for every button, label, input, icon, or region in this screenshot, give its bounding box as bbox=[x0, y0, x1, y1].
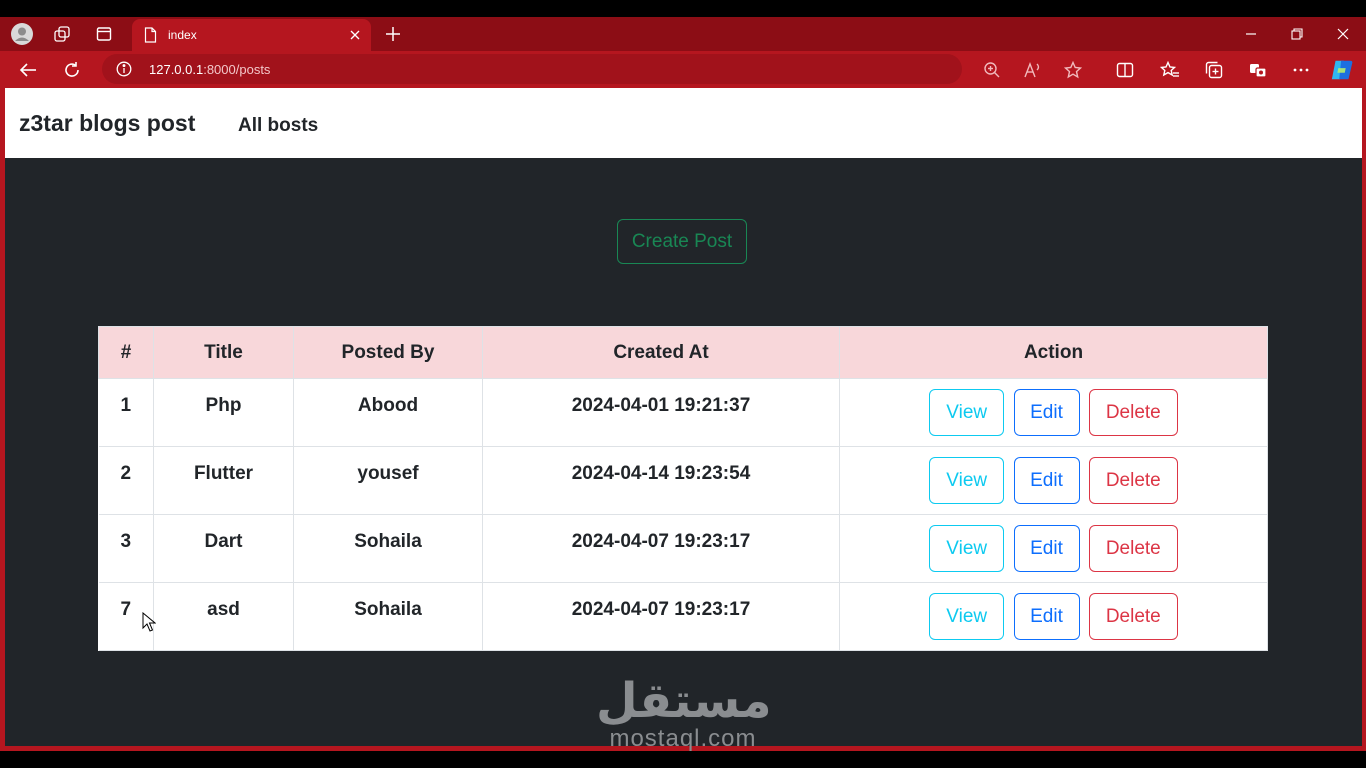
cell-id: 1 bbox=[98, 378, 154, 447]
minimize-icon[interactable] bbox=[1239, 23, 1263, 45]
column-header-id: # bbox=[98, 326, 154, 379]
back-icon[interactable] bbox=[16, 58, 40, 82]
edit-button[interactable]: Edit bbox=[1013, 593, 1080, 640]
tab-actions-icon[interactable] bbox=[91, 22, 117, 46]
column-header-posted-by: Posted By bbox=[293, 326, 483, 379]
new-tab-icon[interactable] bbox=[382, 23, 404, 45]
cell-created-at: 2024-04-07 19:23:17 bbox=[482, 582, 840, 651]
table-row: 3 Dart Sohaila 2024-04-07 19:23:17 View … bbox=[98, 514, 1268, 583]
watermark-arabic: مستقل bbox=[596, 673, 772, 729]
view-button[interactable]: View bbox=[929, 593, 1005, 640]
cell-posted-by: Sohaila bbox=[293, 514, 483, 583]
close-tab-icon[interactable] bbox=[345, 25, 365, 45]
url-host: 127.0.0.1 bbox=[149, 62, 204, 77]
cell-title: Flutter bbox=[153, 446, 294, 515]
posts-table: # Title Posted By Created At Action 1 Ph… bbox=[98, 326, 1268, 651]
nav-link-all-posts[interactable]: All bosts bbox=[238, 115, 318, 137]
close-window-icon[interactable] bbox=[1331, 23, 1355, 45]
cell-id: 2 bbox=[98, 446, 154, 515]
cell-actions: View Edit Delete bbox=[839, 378, 1268, 447]
cell-created-at: 2024-04-01 19:21:37 bbox=[482, 378, 840, 447]
cell-title: Php bbox=[153, 378, 294, 447]
cell-actions: View Edit Delete bbox=[839, 446, 1268, 515]
cell-posted-by: Sohaila bbox=[293, 582, 483, 651]
edit-button[interactable]: Edit bbox=[1013, 389, 1080, 436]
edit-button[interactable]: Edit bbox=[1013, 525, 1080, 572]
split-screen-icon[interactable] bbox=[1113, 58, 1137, 82]
table-header-row: # Title Posted By Created At Action bbox=[98, 326, 1268, 379]
cell-title: Dart bbox=[153, 514, 294, 583]
collections-icon[interactable] bbox=[1202, 58, 1226, 82]
edit-button[interactable]: Edit bbox=[1013, 457, 1080, 504]
delete-button[interactable]: Delete bbox=[1088, 389, 1178, 436]
cell-actions: View Edit Delete bbox=[839, 582, 1268, 651]
zoom-icon[interactable] bbox=[980, 58, 1004, 82]
address-url[interactable]: 127.0.0.1:8000/posts bbox=[149, 62, 270, 77]
delete-button[interactable]: Delete bbox=[1088, 593, 1178, 640]
view-button[interactable]: View bbox=[929, 525, 1005, 572]
view-button[interactable]: View bbox=[929, 389, 1005, 436]
site-brand[interactable]: z3tar blogs post bbox=[19, 110, 195, 137]
favorite-star-icon[interactable] bbox=[1061, 58, 1085, 82]
site-navbar: z3tar blogs post All bosts bbox=[5, 88, 1362, 158]
cell-posted-by: yousef bbox=[293, 446, 483, 515]
extensions-icon[interactable] bbox=[1246, 58, 1270, 82]
tab-strip: index bbox=[0, 17, 1366, 51]
create-post-button[interactable]: Create Post bbox=[617, 219, 747, 264]
cell-actions: View Edit Delete bbox=[839, 514, 1268, 583]
delete-button[interactable]: Delete bbox=[1088, 457, 1178, 504]
read-aloud-icon[interactable] bbox=[1021, 58, 1045, 82]
cell-created-at: 2024-04-07 19:23:17 bbox=[482, 514, 840, 583]
table-row: 1 Php Abood 2024-04-01 19:21:37 View Edi… bbox=[98, 378, 1268, 447]
workspaces-icon[interactable] bbox=[49, 22, 75, 46]
column-header-created-at: Created At bbox=[482, 326, 840, 379]
profile-icon[interactable] bbox=[9, 22, 35, 46]
mouse-cursor-icon bbox=[142, 611, 157, 637]
tab-title: index bbox=[168, 28, 197, 42]
table-row: 2 Flutter yousef 2024-04-14 19:23:54 Vie… bbox=[98, 446, 1268, 515]
url-path: :8000/posts bbox=[203, 62, 271, 77]
cell-created-at: 2024-04-14 19:23:54 bbox=[482, 446, 840, 515]
tab-index[interactable]: index bbox=[132, 19, 371, 51]
table-row: 7 asd Sohaila 2024-04-07 19:23:17 View E… bbox=[98, 582, 1268, 651]
column-header-title: Title bbox=[153, 326, 294, 379]
view-button[interactable]: View bbox=[929, 457, 1005, 504]
page-icon bbox=[144, 27, 157, 48]
delete-button[interactable]: Delete bbox=[1088, 525, 1178, 572]
cell-title: asd bbox=[153, 582, 294, 651]
web-page: z3tar blogs post All bosts Create Post #… bbox=[5, 88, 1362, 746]
refresh-icon[interactable] bbox=[60, 58, 84, 82]
navigation-bar: 127.0.0.1:8000/posts bbox=[0, 51, 1366, 88]
screen-top-bar bbox=[0, 0, 1366, 17]
favorites-icon[interactable] bbox=[1158, 58, 1182, 82]
site-info-icon[interactable] bbox=[116, 61, 132, 82]
cell-id: 3 bbox=[98, 514, 154, 583]
watermark-latin: mostaql.com bbox=[609, 725, 757, 752]
cell-posted-by: Abood bbox=[293, 378, 483, 447]
column-header-action: Action bbox=[839, 326, 1268, 379]
copilot-icon[interactable] bbox=[1330, 58, 1354, 82]
restore-icon[interactable] bbox=[1285, 23, 1309, 45]
watermark: مستقل mostaql.com bbox=[596, 673, 772, 752]
more-options-icon[interactable] bbox=[1289, 58, 1313, 82]
address-bar[interactable]: 127.0.0.1:8000/posts bbox=[102, 54, 962, 84]
